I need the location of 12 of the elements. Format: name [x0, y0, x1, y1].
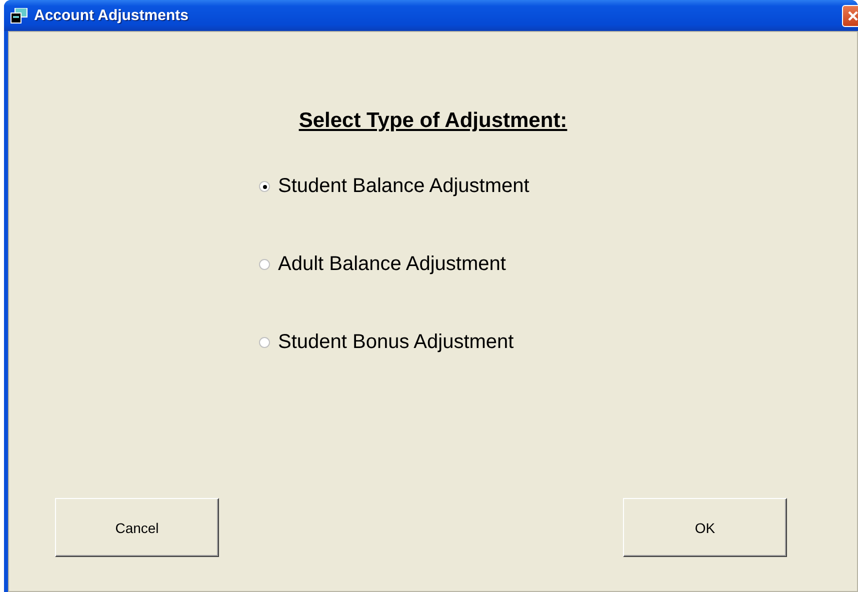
heading: Select Type of Adjustment:	[298, 109, 568, 133]
option-label: Adult Balance Adjustment	[278, 253, 506, 276]
radio-button[interactable]	[259, 181, 270, 192]
radio-button[interactable]	[259, 259, 270, 270]
close-icon	[847, 10, 858, 22]
radio-button[interactable]	[259, 337, 270, 348]
dialog-button[interactable]: OK	[623, 498, 787, 557]
close-button[interactable]	[842, 4, 858, 26]
window-title: Account Adjustments	[34, 7, 190, 24]
app-icon	[10, 8, 28, 24]
radio-option[interactable]: Adult Balance Adjustment	[259, 253, 530, 276]
dialog-button[interactable]: Cancel	[55, 498, 219, 557]
